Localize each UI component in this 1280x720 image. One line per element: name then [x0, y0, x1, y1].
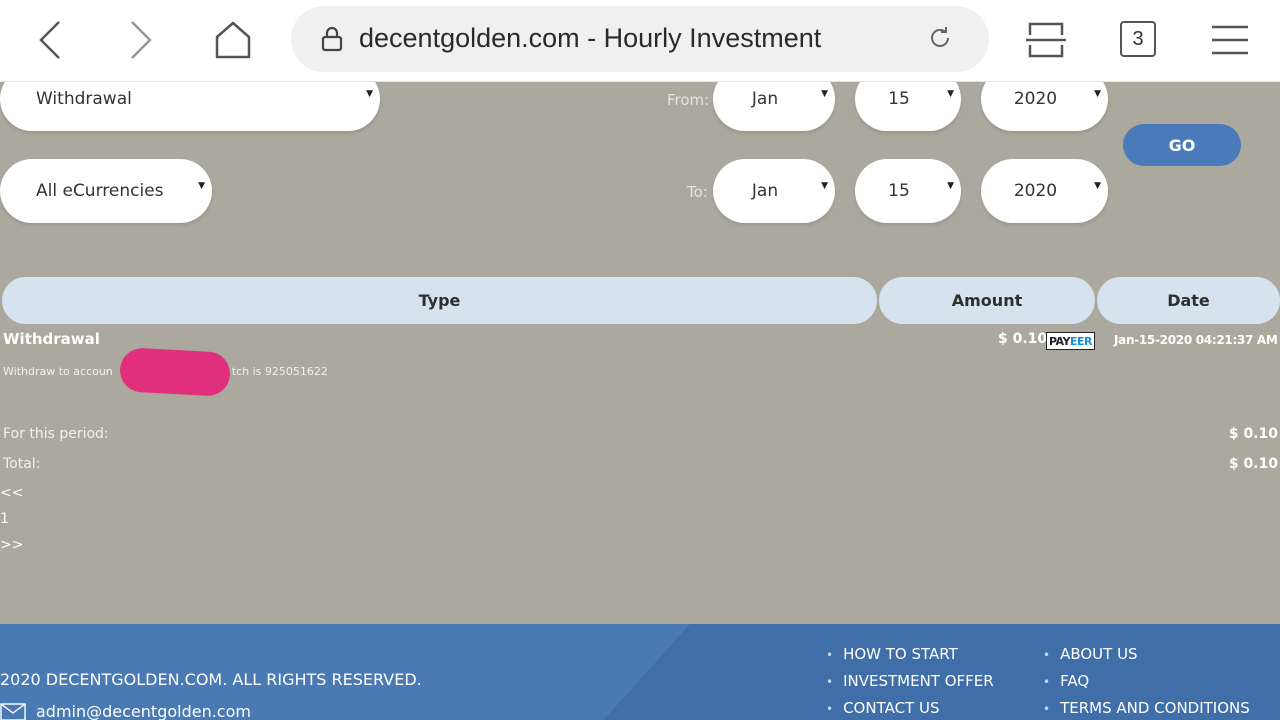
tab-count: 3 [1132, 27, 1144, 50]
home-button[interactable] [209, 14, 257, 66]
reader-mode-button[interactable] [1022, 14, 1070, 66]
forward-button[interactable] [117, 14, 165, 66]
to-day-select[interactable]: 15 ▼ [855, 159, 961, 223]
to-month-select[interactable]: Jan ▼ [713, 159, 835, 223]
email-text: admin@decentgolden.com [36, 702, 251, 720]
menu-button[interactable] [1206, 14, 1254, 66]
caret-down-icon: ▼ [1094, 89, 1101, 99]
copyright: 2020 DECENTGOLDEN.COM. ALL RIGHTS RESERV… [0, 670, 422, 689]
back-icon [39, 21, 60, 59]
column-header-date: Date [1097, 277, 1280, 324]
go-button[interactable]: GO [1123, 124, 1241, 166]
menu-icon [1212, 25, 1248, 55]
caret-down-icon: ▼ [947, 89, 954, 99]
column-header-type: Type [2, 277, 877, 324]
footer-link-terms[interactable]: • TERMS AND CONDITIONS [1043, 699, 1250, 717]
caret-down-icon: ▼ [821, 89, 828, 99]
tabs-button[interactable]: 3 [1120, 21, 1156, 57]
caret-down-icon: ▼ [947, 181, 954, 191]
redaction-mark [118, 347, 232, 397]
pagination-page[interactable]: 1 [0, 511, 9, 527]
total-label: Total: [3, 456, 41, 472]
footer-link-about-us[interactable]: • ABOUT US [1043, 645, 1138, 663]
footer-link-how-to-start[interactable]: • HOW TO START [826, 645, 958, 663]
reader-icon [1026, 22, 1066, 58]
pagination-next[interactable]: >> [0, 537, 23, 553]
row-type: Withdrawal [3, 330, 100, 348]
envelope-icon [0, 702, 26, 720]
browser-toolbar: decentgolden.com - Hourly Investment 3 [0, 0, 1280, 82]
period-label: For this period: [3, 426, 109, 442]
caret-down-icon: ▼ [821, 181, 828, 191]
from-label: From: [667, 91, 710, 109]
column-header-amount: Amount [879, 277, 1095, 324]
site-footer: 2020 DECENTGOLDEN.COM. ALL RIGHTS RESERV… [0, 624, 1280, 720]
email-link[interactable]: admin@decentgolden.com [0, 702, 251, 720]
back-button[interactable] [26, 14, 74, 66]
total-value: $ 0.10 [1228, 456, 1278, 472]
currency-select[interactable]: All eCurrencies ▼ [0, 159, 212, 223]
to-label: To: [687, 183, 708, 201]
reload-icon[interactable] [927, 25, 953, 51]
forward-icon [131, 21, 152, 59]
footer-link-faq[interactable]: • FAQ [1043, 672, 1089, 690]
payeer-logo: PAY EER [1046, 332, 1095, 350]
lock-icon [321, 26, 343, 52]
footer-link-contact-us[interactable]: • CONTACT US [826, 699, 939, 717]
row-amount: $ 0.10 [998, 331, 1048, 347]
footer-link-investment-offer[interactable]: • INVESTMENT OFFER [826, 672, 994, 690]
url-text: decentgolden.com - Hourly Investment [359, 23, 822, 53]
row-date: Jan-15-2020 04:21:37 AM [1114, 333, 1278, 347]
caret-down-icon: ▼ [198, 181, 205, 191]
caret-down-icon: ▼ [1094, 181, 1101, 191]
pagination-prev[interactable]: << [0, 485, 23, 501]
home-icon [215, 21, 251, 59]
caret-down-icon: ▼ [366, 89, 373, 99]
period-value: $ 0.10 [1228, 426, 1278, 442]
to-year-select[interactable]: 2020 ▼ [981, 159, 1108, 223]
address-bar[interactable]: decentgolden.com - Hourly Investment [291, 6, 989, 72]
